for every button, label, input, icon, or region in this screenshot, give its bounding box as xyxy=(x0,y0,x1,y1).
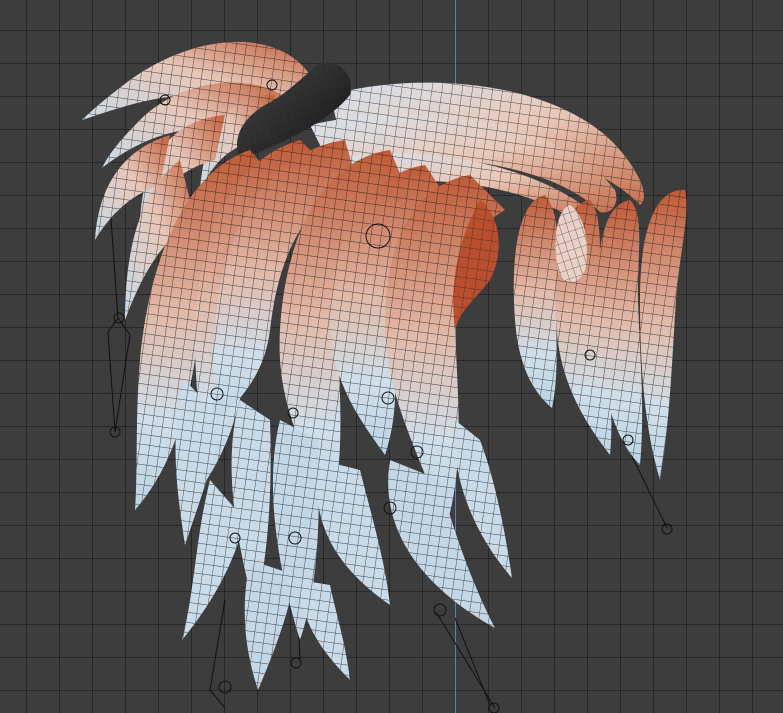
hair-mesh-scene xyxy=(82,41,687,713)
3d-viewport[interactable] xyxy=(0,0,783,713)
right-strands[interactable] xyxy=(513,189,687,480)
